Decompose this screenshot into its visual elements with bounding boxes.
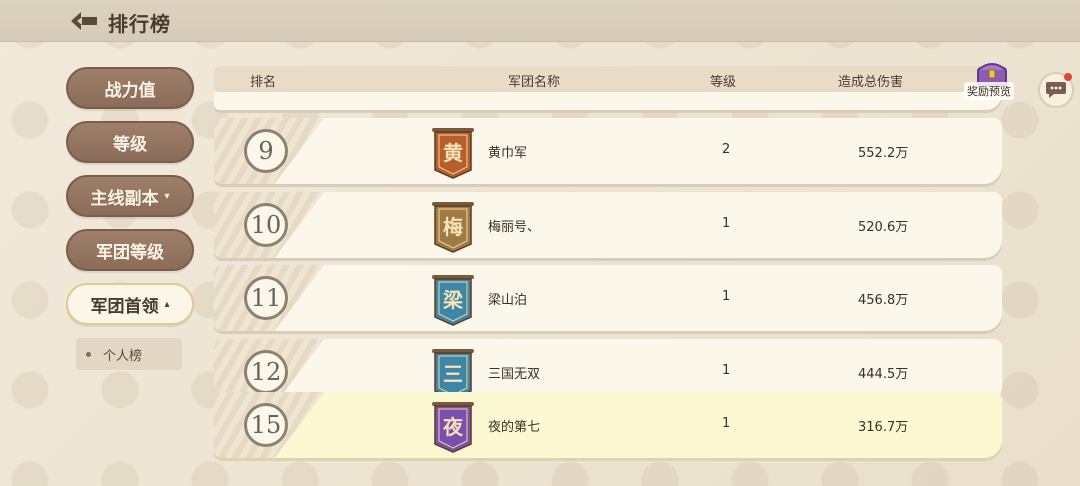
tab-combat-power[interactable]: 战力值 (66, 67, 194, 109)
emblem-character: 黄 (443, 140, 463, 165)
caret-down-icon: ▾ (164, 190, 170, 202)
legion-name: 黄巾军 (488, 146, 528, 161)
legion-name: 三国无双 (488, 367, 541, 382)
back-arrow-icon (71, 12, 97, 30)
tab-label: 主线副本 (90, 188, 159, 209)
tab-label: 等级 (113, 134, 147, 155)
tab-label: 军团等级 (96, 242, 164, 263)
legion-name: 梁山泊 (488, 293, 528, 308)
sub-tab-personal-ranking[interactable]: 个人榜 (76, 338, 182, 370)
total-damage: 520.6万 (858, 220, 909, 235)
header-level: 等级 (710, 75, 737, 90)
legion-name: 夜的第七 (488, 420, 541, 435)
rank-badge: 15 (244, 403, 288, 447)
legion-level: 2 (722, 142, 731, 157)
notification-dot (1064, 73, 1072, 81)
rank-badge: 12 (244, 350, 288, 394)
back-button[interactable] (68, 8, 100, 34)
rank-badge: 9 (244, 129, 288, 173)
reward-preview-label: 奖励预览 (964, 82, 1014, 100)
self-ranking-row[interactable]: 15 夜 夜的第七 1 316.7万 (214, 392, 1002, 458)
total-damage: 316.7万 (858, 420, 909, 435)
chat-bubble-icon (1046, 82, 1066, 98)
tab-level[interactable]: 等级 (66, 121, 194, 163)
bullet-icon (86, 351, 91, 357)
tab-main-dungeon[interactable]: 主线副本 ▾ (66, 175, 194, 217)
page-title: 排行榜 (108, 12, 171, 36)
caret-up-icon: ▴ (164, 298, 170, 310)
legion-level: 1 (722, 289, 731, 304)
emblem-character: 夜 (443, 414, 463, 439)
tab-legion-boss[interactable]: 军团首领 ▴ (66, 283, 194, 325)
legion-level: 1 (722, 363, 731, 378)
rank-badge: 11 (244, 276, 288, 320)
emblem-character: 梁 (443, 287, 463, 312)
table-header: 排名 军团名称 等级 造成总伤害 (214, 66, 1000, 92)
rank-badge: 10 (244, 203, 288, 247)
chat-button[interactable] (1038, 72, 1074, 108)
table-row[interactable]: 10 梅 梅丽号、 1 520.6万 (214, 192, 1002, 258)
header-rank: 排名 (250, 75, 277, 90)
header-damage: 造成总伤害 (838, 75, 904, 90)
top-bar: 排行榜 (0, 0, 1080, 42)
header-name: 军团名称 (508, 75, 561, 90)
total-damage: 552.2万 (858, 146, 909, 161)
total-damage: 456.8万 (858, 293, 909, 308)
sub-tab-label: 个人榜 (103, 348, 143, 364)
table-row[interactable]: 11 梁 梁山泊 1 456.8万 (214, 265, 1002, 331)
tab-label: 军团首领 (90, 296, 159, 317)
legion-name: 梅丽号、 (488, 220, 541, 235)
table-row-partial (214, 92, 1002, 110)
emblem-character: 梅 (443, 214, 463, 239)
tab-legion-level[interactable]: 军团等级 (66, 229, 194, 271)
tab-label: 战力值 (104, 80, 156, 101)
legion-level: 1 (722, 216, 731, 231)
table-row[interactable]: 9 黄 黄巾军 2 552.2万 (214, 118, 1002, 184)
legion-level: 1 (722, 416, 731, 431)
total-damage: 444.5万 (858, 367, 909, 382)
